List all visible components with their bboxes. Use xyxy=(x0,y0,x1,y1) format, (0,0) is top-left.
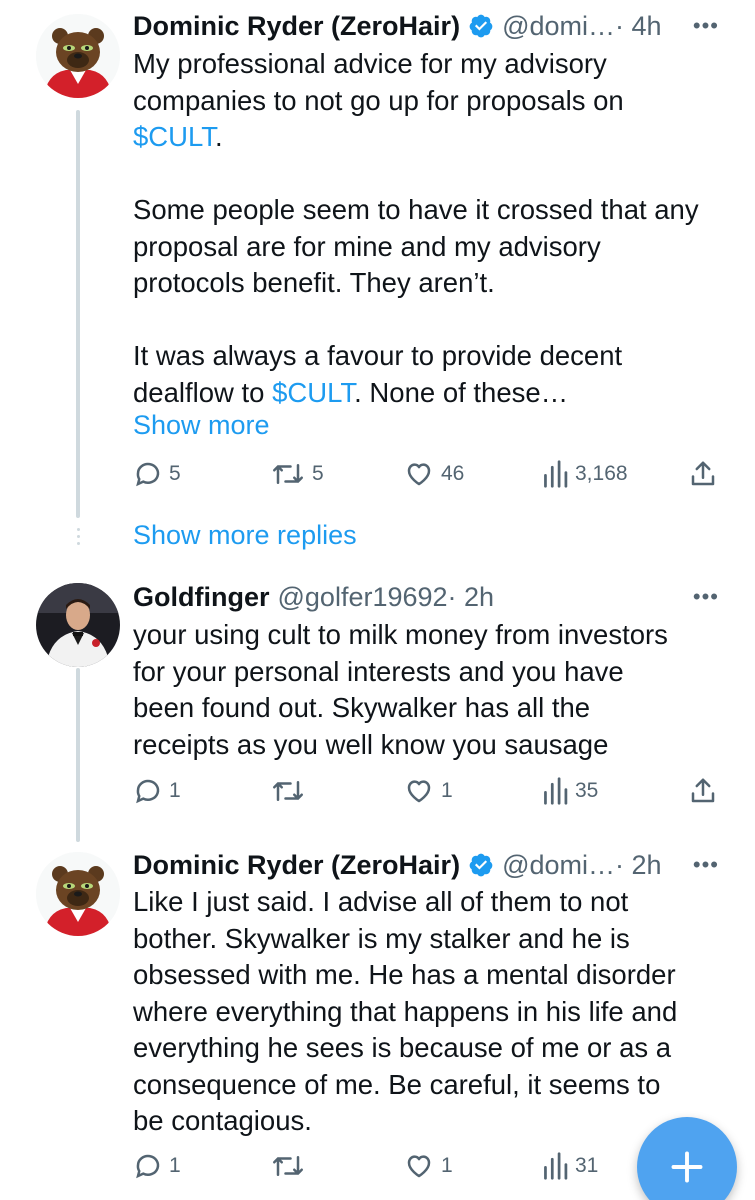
views-button[interactable]: 31 xyxy=(541,1146,598,1186)
views-bars-icon xyxy=(544,460,568,488)
tweet-text-line: companies to not go up for proposals on xyxy=(133,84,624,116)
bear-avatar-icon xyxy=(36,14,120,98)
display-name[interactable]: Dominic Ryder (ZeroHair) xyxy=(133,850,460,881)
tweet-text: My professional advice for my advisory c… xyxy=(133,46,733,411)
tweet-text-line: $CULT. xyxy=(133,119,733,156)
handle[interactable]: @golfer19692 xyxy=(278,582,448,613)
reply-button[interactable]: 1 xyxy=(133,771,181,811)
reply-count: 1 xyxy=(169,1154,181,1177)
views-button[interactable]: 35 xyxy=(541,771,598,811)
tweet-text-line: been found out. Skywalker has all the xyxy=(133,692,591,723)
tweet-text-line: your using cult to milk money from inves… xyxy=(133,619,668,650)
tweet-actions: 5 5 46 3,168 xyxy=(133,454,735,494)
tweet-text-fragment: . xyxy=(215,121,223,152)
tweet-header: Goldfinger @golfer19692 · 2h ••• xyxy=(133,577,735,617)
tweet-text-line: for your personal interests and you have xyxy=(133,655,624,687)
display-name[interactable]: Dominic Ryder (ZeroHair) xyxy=(133,11,460,42)
tweet-text-line: obsessed with me. He has a mental disord… xyxy=(133,959,676,990)
cashtag-link[interactable]: $CULT xyxy=(133,121,215,152)
more-horizontal-icon[interactable]: ••• xyxy=(693,6,719,46)
show-more-link[interactable]: Show more xyxy=(133,410,270,441)
timestamp[interactable]: · 4h xyxy=(615,11,662,42)
heart-icon xyxy=(407,1155,431,1178)
handle[interactable]: @domi… xyxy=(502,11,615,42)
tweet-text: Like I just said. I advise all of them t… xyxy=(133,884,733,1140)
bear-avatar-icon xyxy=(36,852,120,936)
reply-bubble-icon xyxy=(136,779,160,804)
tweet-text-line: proposal are for mine and my advisory xyxy=(133,230,601,262)
views-button[interactable]: 3,168 xyxy=(541,454,628,494)
share-button[interactable] xyxy=(689,454,717,494)
thread-gap-dots xyxy=(76,528,80,552)
like-button[interactable]: 1 xyxy=(403,771,453,811)
reply-bubble-icon xyxy=(136,1154,160,1179)
reply-button[interactable]: 1 xyxy=(133,1146,181,1186)
timestamp[interactable]: · 2h xyxy=(448,582,495,613)
like-count: 1 xyxy=(441,779,453,802)
tweet-text-line: bother. Skywalker is my stalker and he i… xyxy=(133,922,630,954)
retweet-button[interactable] xyxy=(270,771,312,811)
tweet-text: your using cult to milk money from inves… xyxy=(133,617,733,763)
retweet-icon xyxy=(273,464,303,484)
views-count: 35 xyxy=(575,779,599,802)
tuxedo-man-avatar-icon xyxy=(36,583,120,667)
tweet-actions: 1 1 35 xyxy=(133,771,735,811)
views-bars-icon xyxy=(544,777,568,805)
verified-badge-icon xyxy=(468,852,494,878)
tweet-text-line: where everything that happens in his lif… xyxy=(133,995,678,1027)
retweet-count: 5 xyxy=(312,462,324,485)
like-button[interactable]: 46 xyxy=(403,454,464,494)
tweet-text-line: protocols benefit. They aren’t. xyxy=(133,267,495,298)
share-icon xyxy=(691,461,715,486)
share-button[interactable] xyxy=(689,771,717,811)
retweet-icon xyxy=(273,1156,303,1176)
tweet-text-line: receipts as you well know you sausage xyxy=(133,728,609,760)
plus-icon xyxy=(671,1151,703,1183)
like-count: 46 xyxy=(441,462,465,485)
tweet-text-line: Some people seem to have it crossed that… xyxy=(133,194,699,225)
like-button[interactable]: 1 xyxy=(403,1146,453,1186)
tweet-text-line: dealflow to $CULT. None of these… xyxy=(133,375,733,412)
reply-button[interactable]: 5 xyxy=(133,454,181,494)
tweet-text-fragment: . None of these… xyxy=(354,376,569,408)
retweet-button[interactable]: 5 xyxy=(270,454,324,494)
verified-badge-icon xyxy=(468,13,494,39)
tweet-header: Dominic Ryder (ZeroHair) @domi… · 2h ••• xyxy=(133,845,735,885)
thread-line-middle xyxy=(76,668,80,842)
views-bars-icon xyxy=(544,1152,568,1180)
show-more-replies-link[interactable]: Show more replies xyxy=(133,520,357,551)
heart-icon xyxy=(407,463,431,486)
share-icon xyxy=(691,778,715,803)
display-name[interactable]: Goldfinger xyxy=(133,582,270,613)
cashtag-link[interactable]: $CULT xyxy=(272,377,354,408)
avatar[interactable] xyxy=(36,852,120,936)
tweet-text-line: be contagious. xyxy=(133,1105,312,1136)
heart-icon xyxy=(407,780,431,803)
retweet-button[interactable] xyxy=(270,1146,312,1186)
timestamp[interactable]: · 2h xyxy=(615,850,662,881)
reply-count: 1 xyxy=(169,779,181,802)
more-horizontal-icon[interactable]: ••• xyxy=(693,577,719,617)
tweet-text-fragment: dealflow to xyxy=(133,376,273,408)
thread-line-upper xyxy=(76,110,80,518)
views-count: 31 xyxy=(575,1154,599,1177)
more-horizontal-icon[interactable]: ••• xyxy=(693,845,719,885)
like-count: 1 xyxy=(441,1154,453,1177)
reply-bubble-icon xyxy=(136,462,160,487)
retweet-icon xyxy=(273,781,303,801)
reply-count: 5 xyxy=(169,462,181,485)
tweet-text-line: everything he sees is because of me or a… xyxy=(133,1032,672,1063)
tweet-text-line: Like I just said. I advise all of them t… xyxy=(133,886,629,917)
tweet-text-line: My professional advice for my advisory xyxy=(133,48,607,79)
views-count: 3,168 xyxy=(575,462,628,485)
tweet-text-line: consequence of me. Be careful, it seems … xyxy=(133,1068,661,1100)
avatar[interactable] xyxy=(36,583,120,667)
tweet-text-line: It was always a favour to provide decent xyxy=(133,340,623,371)
avatar[interactable] xyxy=(36,14,120,98)
tweet-header: Dominic Ryder (ZeroHair) @domi… · 4h ••• xyxy=(133,6,735,46)
handle[interactable]: @domi… xyxy=(502,850,615,881)
